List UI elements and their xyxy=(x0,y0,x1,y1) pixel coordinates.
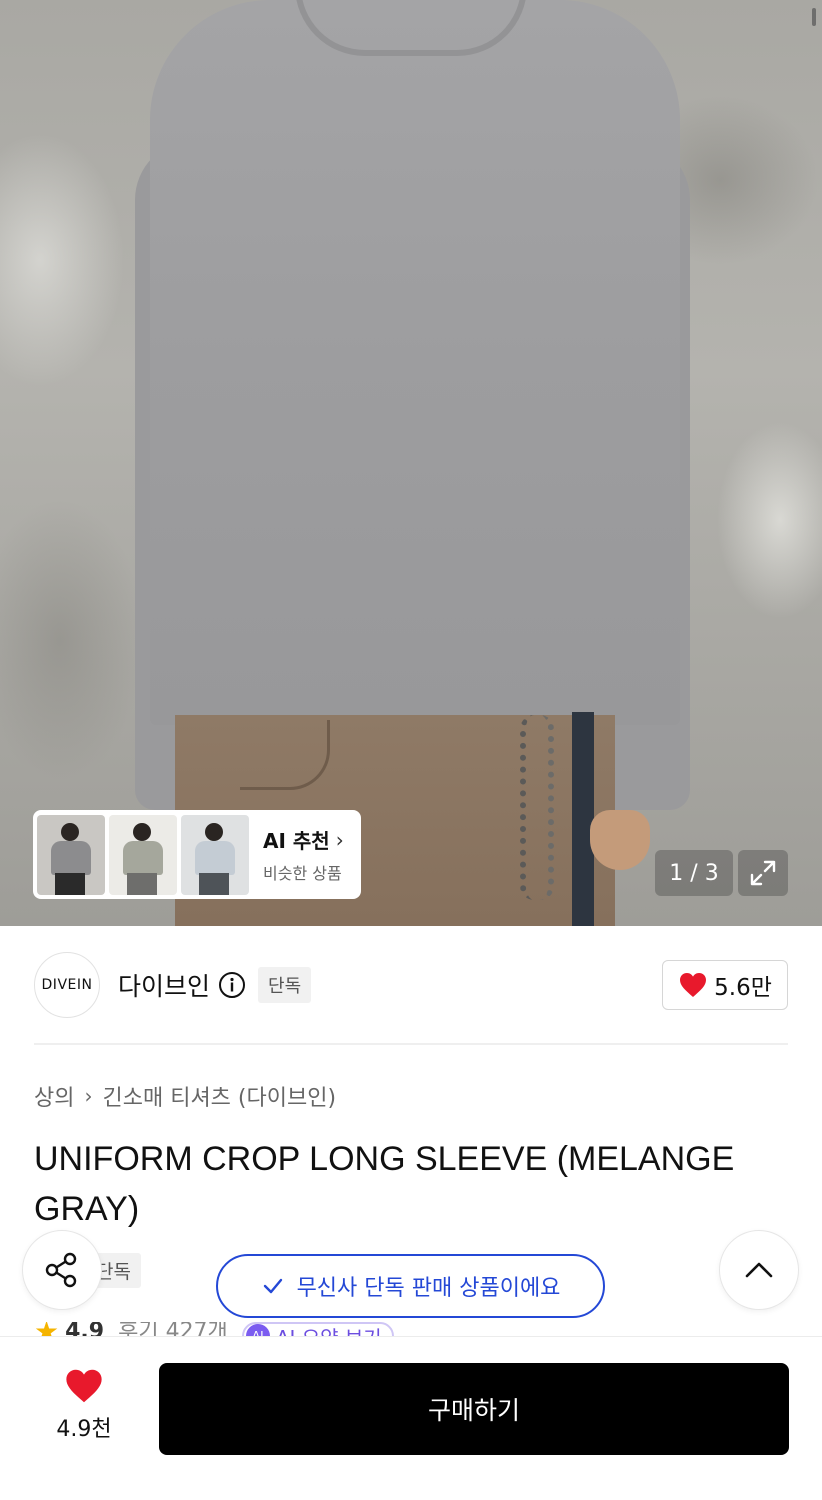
model-hand xyxy=(590,810,650,870)
info-icon[interactable] xyxy=(218,971,246,999)
chevron-right-icon: › xyxy=(335,827,344,852)
chevron-right-icon: › xyxy=(84,1084,93,1108)
ai-recommend-text: AI 추천 › 비슷한 상품 xyxy=(263,825,344,884)
share-icon xyxy=(45,1252,77,1288)
share-button[interactable] xyxy=(22,1230,102,1310)
recommend-thumbnail[interactable] xyxy=(109,814,177,895)
breadcrumb-category[interactable]: 상의 xyxy=(34,1080,74,1112)
ai-recommend-subtitle: 비슷한 상품 xyxy=(263,864,342,883)
check-icon xyxy=(263,1278,282,1294)
chevron-up-icon xyxy=(745,1262,773,1278)
bottom-action-bar: 4.9천 구매하기 xyxy=(0,1336,822,1500)
brand-logo[interactable]: DIVEIN xyxy=(34,952,100,1018)
shirt-body xyxy=(150,0,680,725)
breadcrumb: 상의 › 긴소매 티셔츠 (다이브인) xyxy=(34,1080,336,1112)
heart-icon xyxy=(680,973,707,997)
wallet-chain xyxy=(520,715,554,900)
ai-recommend-title: AI 추천 › xyxy=(263,827,344,854)
belt-strap xyxy=(572,712,594,926)
brand-name[interactable]: 다이브인 xyxy=(118,967,210,1003)
product-like-button[interactable]: 4.9천 xyxy=(40,1367,128,1457)
brand-exclusive-badge: 단독 xyxy=(258,967,312,1003)
ai-recommend-card[interactable]: AI 추천 › 비슷한 상품 xyxy=(33,810,361,899)
product-image-carousel[interactable]: AI 추천 › 비슷한 상품 1 / 3 xyxy=(0,0,822,926)
brand-like-button[interactable]: 5.6만 xyxy=(662,960,788,1010)
breadcrumb-subcategory[interactable]: 긴소매 티셔츠 (다이브인) xyxy=(102,1080,336,1112)
brand-row: DIVEIN 다이브인 단독 5.6만 xyxy=(34,951,788,1019)
exclusive-notice-pill: 무신사 단독 판매 상품이에요 xyxy=(216,1254,605,1318)
recommend-thumbnail[interactable] xyxy=(37,814,105,895)
recommend-thumbnail[interactable] xyxy=(181,814,249,895)
section-divider xyxy=(34,1043,788,1045)
heart-icon xyxy=(66,1369,102,1403)
expand-image-button[interactable] xyxy=(738,850,788,896)
image-counter: 1 / 3 xyxy=(655,850,733,896)
scroll-to-top-button[interactable] xyxy=(719,1230,799,1310)
buy-button[interactable]: 구매하기 xyxy=(159,1363,789,1455)
product-title: UNIFORM CROP LONG SLEEVE (MELANGE GRAY) xyxy=(34,1140,735,1228)
pants-pocket xyxy=(240,720,330,790)
expand-icon xyxy=(750,860,776,886)
product-like-count: 4.9천 xyxy=(56,1417,112,1442)
exclusive-notice-text: 무신사 단독 판매 상품이에요 xyxy=(296,1276,561,1301)
page-scrollbar[interactable] xyxy=(812,8,816,26)
product-detail-page: AI 추천 › 비슷한 상품 1 / 3 DIVEIN 다이브인 단독 5.6만… xyxy=(0,0,822,1500)
brand-like-count: 5.6만 xyxy=(714,975,772,1001)
